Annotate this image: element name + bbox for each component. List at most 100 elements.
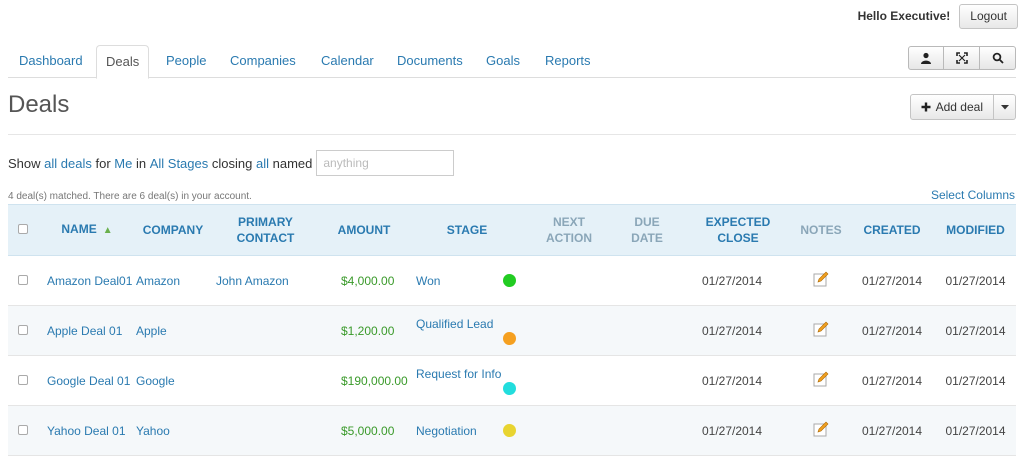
person-icon	[921, 52, 931, 64]
stage-link[interactable]: Qualified Lead	[416, 317, 493, 331]
select-columns-link[interactable]: Select Columns	[931, 188, 1015, 202]
deal-amount: $1,200.00	[341, 323, 395, 338]
search-icon	[992, 52, 1004, 64]
fullscreen-button[interactable]	[944, 46, 980, 70]
stage-dot-icon	[503, 332, 516, 345]
created-date: 01/27/2014	[861, 373, 923, 388]
row-checkbox[interactable]	[18, 374, 28, 385]
profile-button[interactable]	[908, 46, 944, 70]
col-name-label: Name	[61, 222, 97, 236]
deal-name-link[interactable]: Google Deal 01	[47, 374, 130, 388]
col-expected-close-header[interactable]: Expected Close	[683, 205, 793, 256]
table-row: Amazon Deal01 Amazon John Amazon $4,000.…	[8, 256, 1016, 306]
page-title: Deals	[8, 91, 70, 118]
table-header-row: Name ▲ Company Primary Contact Amount Sta…	[8, 204, 1016, 256]
row-checkbox[interactable]	[18, 324, 28, 335]
created-date: 01/27/2014	[861, 273, 923, 288]
tab-calendar[interactable]: Calendar	[321, 45, 374, 78]
expected-close-date: 01/27/2014	[701, 323, 763, 338]
col-modified-header[interactable]: Modified	[935, 205, 1016, 256]
col-notes-header: Notes	[800, 223, 842, 237]
stage-link[interactable]: Won	[416, 274, 440, 288]
company-link[interactable]: Yahoo	[136, 424, 170, 438]
notepad-icon	[813, 321, 829, 337]
fullscreen-icon	[955, 52, 968, 64]
user-bar: Hello Executive! Logout	[858, 3, 1018, 29]
notepad-icon	[813, 421, 829, 437]
search-button[interactable]	[980, 46, 1016, 70]
deal-name-link[interactable]: Apple Deal 01	[47, 324, 122, 338]
row-checkbox[interactable]	[18, 424, 28, 435]
stage-dot-icon	[503, 424, 516, 437]
col-amount-header[interactable]: Amount	[321, 205, 407, 256]
col-name-header[interactable]: Name ▲	[38, 205, 136, 256]
user-greeting: Hello Executive!	[857, 9, 951, 23]
sort-asc-icon: ▲	[102, 225, 113, 236]
add-deal-group: Add deal	[909, 94, 1016, 120]
col-contact-header[interactable]: Primary Contact	[210, 205, 321, 256]
select-all-checkbox[interactable]	[18, 224, 28, 234]
add-deal-dropdown-button[interactable]	[994, 94, 1016, 120]
filter-closing-text: closing	[211, 155, 253, 171]
stage-dot-icon	[503, 382, 516, 395]
filter-named-text: named	[272, 155, 313, 171]
filter-in-text: in	[135, 155, 147, 171]
match-summary: 4 deal(s) matched. There are 6 deal(s) i…	[8, 191, 252, 202]
notes-edit-button[interactable]	[813, 271, 829, 290]
company-link[interactable]: Amazon	[136, 274, 180, 288]
notes-edit-button[interactable]	[813, 321, 829, 340]
plus-icon	[921, 102, 931, 112]
modified-date: 01/27/2014	[945, 373, 1006, 388]
deal-amount: $4,000.00	[341, 273, 395, 288]
col-stage-header[interactable]: Stage	[407, 205, 527, 256]
expected-close-date: 01/27/2014	[701, 423, 763, 438]
filter-for-text: for	[95, 155, 111, 171]
caret-down-icon	[1000, 104, 1009, 109]
deal-name-link[interactable]: Yahoo Deal 01	[47, 424, 126, 438]
created-date: 01/27/2014	[861, 323, 923, 338]
company-link[interactable]: Apple	[136, 324, 167, 338]
tab-goals[interactable]: Goals	[486, 45, 520, 78]
filter-deals-link[interactable]: all deals	[44, 156, 92, 171]
tab-reports[interactable]: Reports	[545, 45, 591, 78]
add-deal-label: Add deal	[935, 100, 983, 114]
col-company-header[interactable]: Company	[136, 205, 210, 256]
notes-edit-button[interactable]	[813, 371, 829, 390]
tab-people[interactable]: People	[166, 45, 206, 78]
filter-closing-link[interactable]: all	[256, 156, 269, 171]
row-checkbox[interactable]	[18, 274, 28, 285]
table-row: Google Deal 01 Google $190,000.00 Reques…	[8, 356, 1016, 406]
tab-documents[interactable]: Documents	[397, 45, 463, 78]
named-search-input[interactable]	[316, 150, 455, 176]
filter-stage-link[interactable]: All Stages	[150, 156, 209, 171]
table-row: Yahoo Deal 01 Yahoo $5,000.00 Negotiatio…	[8, 405, 1016, 456]
toolbar-icon-group	[908, 46, 1016, 70]
deal-filter: Show all deals for Me in All Stages clos…	[8, 150, 455, 176]
notes-edit-button[interactable]	[813, 421, 829, 440]
tab-deals[interactable]: Deals	[96, 45, 150, 79]
deal-name-link[interactable]: Amazon Deal01	[47, 274, 132, 288]
filter-show-text: Show	[8, 155, 41, 171]
title-divider	[8, 134, 1016, 135]
stage-link[interactable]: Request for Info	[416, 367, 501, 381]
select-all-cell	[8, 205, 38, 256]
modified-date: 01/27/2014	[945, 273, 1006, 288]
table-row: Apple Deal 01 Apple $1,200.00 Qualified …	[8, 305, 1016, 356]
tab-companies[interactable]: Companies	[230, 45, 296, 78]
col-next-action-header: Next Action	[546, 215, 592, 245]
modified-date: 01/27/2014	[945, 423, 1006, 438]
contact-link[interactable]: John Amazon	[216, 274, 289, 288]
created-date: 01/27/2014	[861, 423, 923, 438]
company-link[interactable]: Google	[136, 374, 175, 388]
notepad-icon	[813, 271, 829, 287]
stage-link[interactable]: Negotiation	[416, 424, 477, 438]
add-deal-button[interactable]: Add deal	[909, 94, 994, 120]
filter-owner-link[interactable]: Me	[114, 156, 132, 171]
main-nav-tabs: Dashboard Deals People Companies Calenda…	[8, 45, 1016, 79]
deals-table-wrapper: Name ▲ Company Primary Contact Amount Sta…	[8, 204, 1016, 456]
col-created-header[interactable]: Created	[849, 205, 935, 256]
col-due-date-header: Due Date	[631, 215, 663, 245]
logout-button[interactable]: Logout	[959, 3, 1018, 29]
notepad-icon	[813, 371, 829, 387]
tab-dashboard[interactable]: Dashboard	[19, 45, 83, 78]
